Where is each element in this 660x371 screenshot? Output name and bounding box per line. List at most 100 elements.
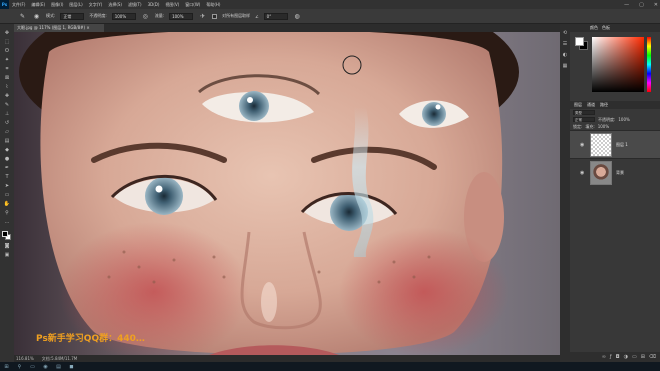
menu-window[interactable]: 窗口(W) [182, 2, 203, 8]
tab-color[interactable]: 颜色 [590, 25, 598, 31]
path-select-icon[interactable]: ➤ [3, 183, 12, 190]
panel-dock: ⟲ ☰ ◐ ▦ [560, 24, 570, 362]
layer-filter-row: 类型 [570, 109, 660, 116]
options-bar: ✎ ◉ 模式: 正常 不透明度: 100% ◎ 流量: 100% ✈ 对所有图层… [0, 9, 660, 24]
layer-row[interactable]: ◉ 图层 1 [570, 130, 660, 158]
menu-bar: Ps 文件(F) 编辑(E) 图像(I) 图层(L) 文字(Y) 选择(S) 滤… [0, 0, 660, 9]
zoom-level[interactable]: 116.81% [16, 356, 34, 361]
type-icon[interactable]: T [3, 174, 12, 181]
menu-view[interactable]: 视图(V) [162, 2, 182, 8]
adjustments-panel-icon[interactable]: ◐ [563, 52, 567, 58]
hand-icon[interactable]: ✋ [3, 201, 12, 208]
document-canvas[interactable]: Ps新手学习QQ群：440… [14, 32, 560, 355]
adjustment-icon[interactable]: ◑ [624, 354, 628, 360]
tab-paths[interactable]: 路径 [600, 102, 608, 108]
properties-panel-icon[interactable]: ☰ [563, 41, 567, 47]
clone-stamp-icon[interactable]: ⊥ [3, 111, 12, 118]
new-layer-icon[interactable]: ⊞ [641, 354, 645, 360]
pressure-size-icon[interactable]: ◍ [293, 12, 302, 21]
shape-icon[interactable]: ▭ [3, 192, 12, 199]
menu-image[interactable]: 图像(I) [48, 2, 66, 8]
history-brush-icon[interactable]: ↺ [3, 120, 12, 127]
healing-icon[interactable]: ✚ [3, 93, 12, 100]
menu-help[interactable]: 帮助(H) [203, 2, 223, 8]
tools-panel: ✥ ⬚ ʘ ✦ ⌗ ⊠ ⌇ ✚ ✎ ⊥ ↺ ▱ ▤ ◆ ● ✒ T ➤ ▭ ✋ … [0, 24, 14, 362]
tab-swatches[interactable]: 色板 [602, 25, 610, 31]
layer-opacity-value[interactable]: 100% [618, 117, 629, 122]
minimize-icon[interactable]: — [624, 2, 629, 8]
layer-filter-select[interactable]: 类型 [573, 110, 595, 115]
eye-icon[interactable]: ◉ [580, 142, 586, 148]
layers-panel-footer: ∞ ƒ ◘ ◑ ▭ ⊞ ⌫ [570, 352, 660, 362]
foreground-color-swatch[interactable] [2, 231, 8, 237]
eraser-icon[interactable]: ▱ [3, 129, 12, 136]
hue-slider[interactable] [647, 37, 651, 92]
brush-icon[interactable]: ✎ [3, 102, 12, 109]
fx-icon[interactable]: ƒ [610, 354, 612, 360]
mode-label: 模式: [46, 13, 56, 18]
maximize-icon[interactable]: ▢ [639, 2, 644, 8]
brush-settings-icon[interactable]: ◉ [32, 12, 41, 21]
history-panel-icon[interactable]: ⟲ [563, 30, 567, 36]
pressure-opacity-icon[interactable]: ◎ [141, 12, 150, 21]
link-icon[interactable]: ∞ [602, 354, 606, 360]
layers-panel-tabs: 图层 通道 路径 [570, 101, 660, 109]
angle-field[interactable]: 0° [263, 12, 288, 20]
opacity-field[interactable]: 100% [111, 12, 136, 20]
frame-icon[interactable]: ⊠ [3, 75, 12, 82]
menu-edit[interactable]: 编辑(E) [28, 2, 48, 8]
more-icon[interactable]: … [3, 219, 12, 226]
mask-icon[interactable]: ◘ [616, 354, 620, 360]
tab-layers[interactable]: 图层 [574, 102, 582, 108]
blur-icon[interactable]: ◆ [3, 147, 12, 154]
photoshop-taskbar-icon[interactable]: ◼ [68, 363, 75, 370]
menu-type[interactable]: 文字(Y) [86, 2, 106, 8]
lock-label: 锁定: [573, 123, 583, 129]
quick-select-icon[interactable]: ✦ [3, 57, 12, 64]
face-image [19, 32, 519, 355]
layer-blend-row: 正常 不透明度: 100% [570, 116, 660, 123]
dodge-icon[interactable]: ● [3, 156, 12, 163]
task-view-icon[interactable]: ▭ [29, 363, 36, 370]
menu-filter[interactable]: 滤镜(T) [125, 2, 145, 8]
trash-icon[interactable]: ⌫ [649, 354, 656, 360]
os-taskbar: ⊞ ⚲ ▭ ◉ ▤ ◼ [0, 362, 660, 371]
gradient-icon[interactable]: ▤ [3, 138, 12, 145]
lasso-icon[interactable]: ʘ [3, 48, 12, 55]
mode-select[interactable]: 正常 [60, 12, 85, 20]
browser-icon[interactable]: ◉ [42, 363, 49, 370]
brush-preset-icon[interactable]: ✎ [18, 12, 27, 21]
color-swatches[interactable] [2, 231, 12, 241]
panel-foreground-swatch[interactable] [575, 37, 584, 46]
folder-icon[interactable]: ▭ [632, 354, 637, 360]
menu-file[interactable]: 文件(F) [9, 2, 28, 8]
libraries-panel-icon[interactable]: ▦ [563, 63, 568, 69]
layer-lock-row: 锁定: 填充: 100% [570, 123, 660, 130]
crop-icon[interactable]: ⌗ [3, 66, 12, 73]
quick-mask-icon[interactable]: ◙ [3, 243, 12, 250]
move-icon[interactable]: ✥ [3, 30, 12, 37]
pen-icon[interactable]: ✒ [3, 165, 12, 172]
search-icon[interactable]: ⚲ [16, 363, 23, 370]
sample-all-layers-label: 对所有图层取样 [222, 13, 251, 18]
sample-all-layers-checkbox[interactable] [212, 13, 218, 19]
fill-value[interactable]: 100% [598, 124, 609, 129]
layer-row[interactable]: ◉ 背景 [570, 158, 660, 186]
screen-mode-icon[interactable]: ▣ [3, 252, 12, 259]
marquee-icon[interactable]: ⬚ [3, 39, 12, 46]
tab-channels[interactable]: 通道 [587, 102, 595, 108]
blend-mode-select[interactable]: 正常 [573, 117, 595, 122]
document-tab[interactable]: 大眼.jpg @ 117% (图层 1, RGB/8#) × [14, 24, 104, 32]
airbrush-icon[interactable]: ✈ [198, 12, 207, 21]
eye-icon[interactable]: ◉ [580, 170, 586, 176]
folder-icon[interactable]: ▤ [55, 363, 62, 370]
flow-field[interactable]: 100% [169, 12, 194, 20]
windows-start-icon[interactable]: ⊞ [3, 363, 10, 370]
zoom-icon[interactable]: ⚲ [3, 210, 12, 217]
menu-select[interactable]: 选择(S) [105, 2, 125, 8]
close-icon[interactable]: ✕ [654, 2, 658, 8]
menu-layer[interactable]: 图层(L) [66, 2, 85, 8]
menu-3d[interactable]: 3D(D) [145, 2, 163, 7]
color-picker-field[interactable] [592, 37, 644, 92]
eyedropper-icon[interactable]: ⌇ [3, 84, 12, 91]
